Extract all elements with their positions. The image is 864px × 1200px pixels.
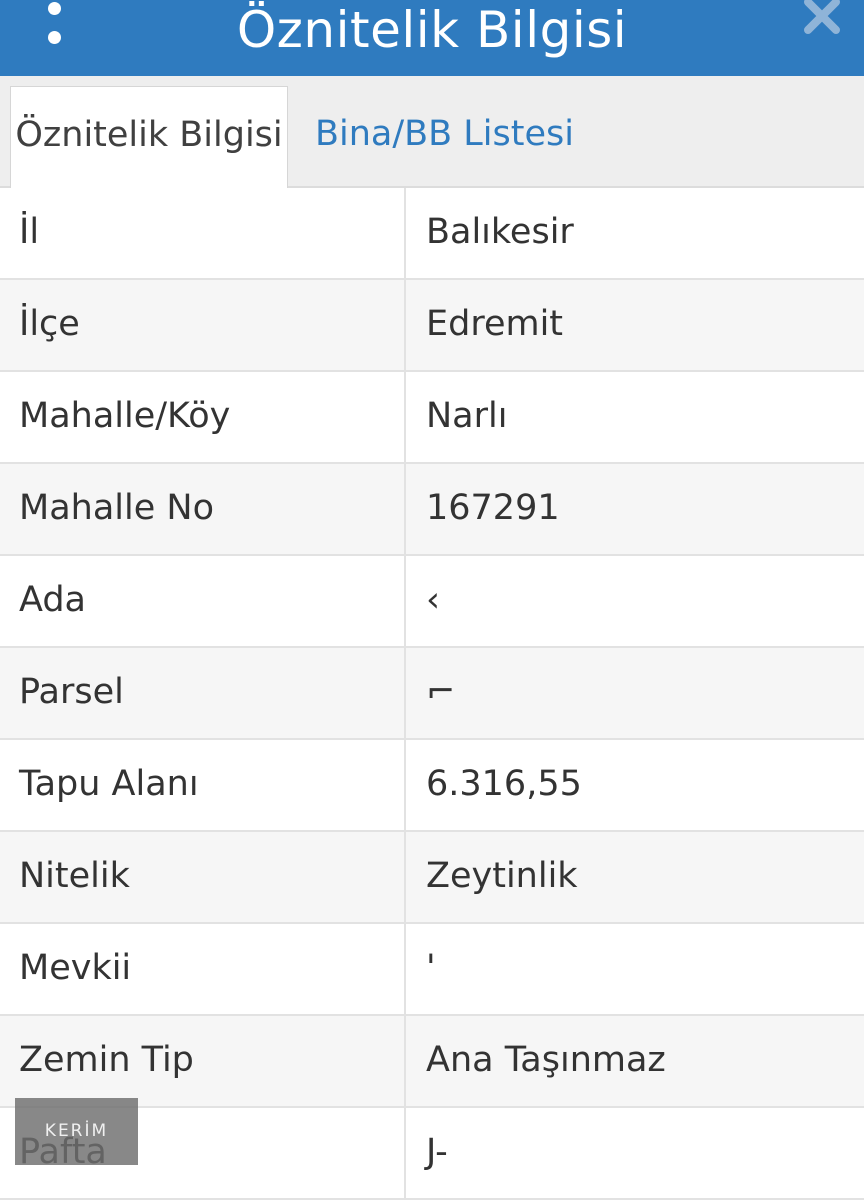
attribute-value: Ana Taşınmaz [426, 1040, 666, 1080]
attribute-label: Parsel [19, 672, 124, 712]
attribute-value: ⌐ [426, 672, 456, 712]
table-row: Mahalle No 167291 [0, 464, 864, 556]
attribute-label: Tapu Alanı [19, 764, 199, 804]
app-header: Öznitelik Bilgisi [0, 0, 864, 76]
attribute-label: Zemin Tip [19, 1040, 194, 1080]
close-icon[interactable] [802, 0, 842, 38]
table-row: Tapu Alanı 6.316,55 [0, 740, 864, 832]
column-divider [404, 924, 406, 1014]
table-row: Mevkii ' [0, 924, 864, 1016]
column-divider [404, 464, 406, 554]
table-row: Nitelik Zeytinlik [0, 832, 864, 924]
column-divider [404, 556, 406, 646]
column-divider [404, 1108, 406, 1198]
watermark-logo: KERİM [15, 1098, 138, 1165]
attribute-value: Narlı [426, 396, 508, 436]
attribute-value: ‹ [426, 580, 440, 620]
table-row: Zemin Tip Ana Taşınmaz [0, 1016, 864, 1108]
tab-attribute-info[interactable]: Öznitelik Bilgisi [10, 86, 288, 190]
attribute-value: Zeytinlik [426, 856, 578, 896]
attribute-label: İlçe [19, 304, 80, 344]
attribute-value: 167291 [426, 488, 560, 528]
attribute-label: İl [19, 212, 40, 252]
attribute-value: Edremit [426, 304, 564, 344]
attribute-label: Ada [19, 580, 86, 620]
table-row: İl Balıkesir [0, 188, 864, 280]
attribute-value: 6.316,55 [426, 764, 582, 804]
page-title: Öznitelik Bilgisi [236, 1, 628, 59]
attribute-value: ' [426, 948, 436, 988]
attribute-label: Mevkii [19, 948, 132, 988]
attribute-table: İl Balıkesir İlçe Edremit Mahalle/Köy Na… [0, 188, 864, 1200]
attribute-value: Balıkesir [426, 212, 574, 252]
tab-building-list[interactable]: Bina/BB Listesi [315, 86, 574, 188]
table-row: Mahalle/Köy Narlı [0, 372, 864, 464]
column-divider [404, 280, 406, 370]
table-row: Ada ‹ [0, 556, 864, 648]
column-divider [404, 648, 406, 738]
column-divider [404, 832, 406, 922]
attribute-value: J- [426, 1132, 448, 1172]
column-divider [404, 1016, 406, 1106]
table-row: İlçe Edremit [0, 280, 864, 372]
table-row: Parsel ⌐ [0, 648, 864, 740]
attribute-label: Mahalle/Köy [19, 396, 231, 436]
attribute-label: Nitelik [19, 856, 130, 896]
tab-bar: Öznitelik Bilgisi Bina/BB Listesi [0, 76, 864, 190]
attribute-label: Mahalle No [19, 488, 214, 528]
column-divider [404, 372, 406, 462]
column-divider [404, 188, 406, 278]
column-divider [404, 740, 406, 830]
